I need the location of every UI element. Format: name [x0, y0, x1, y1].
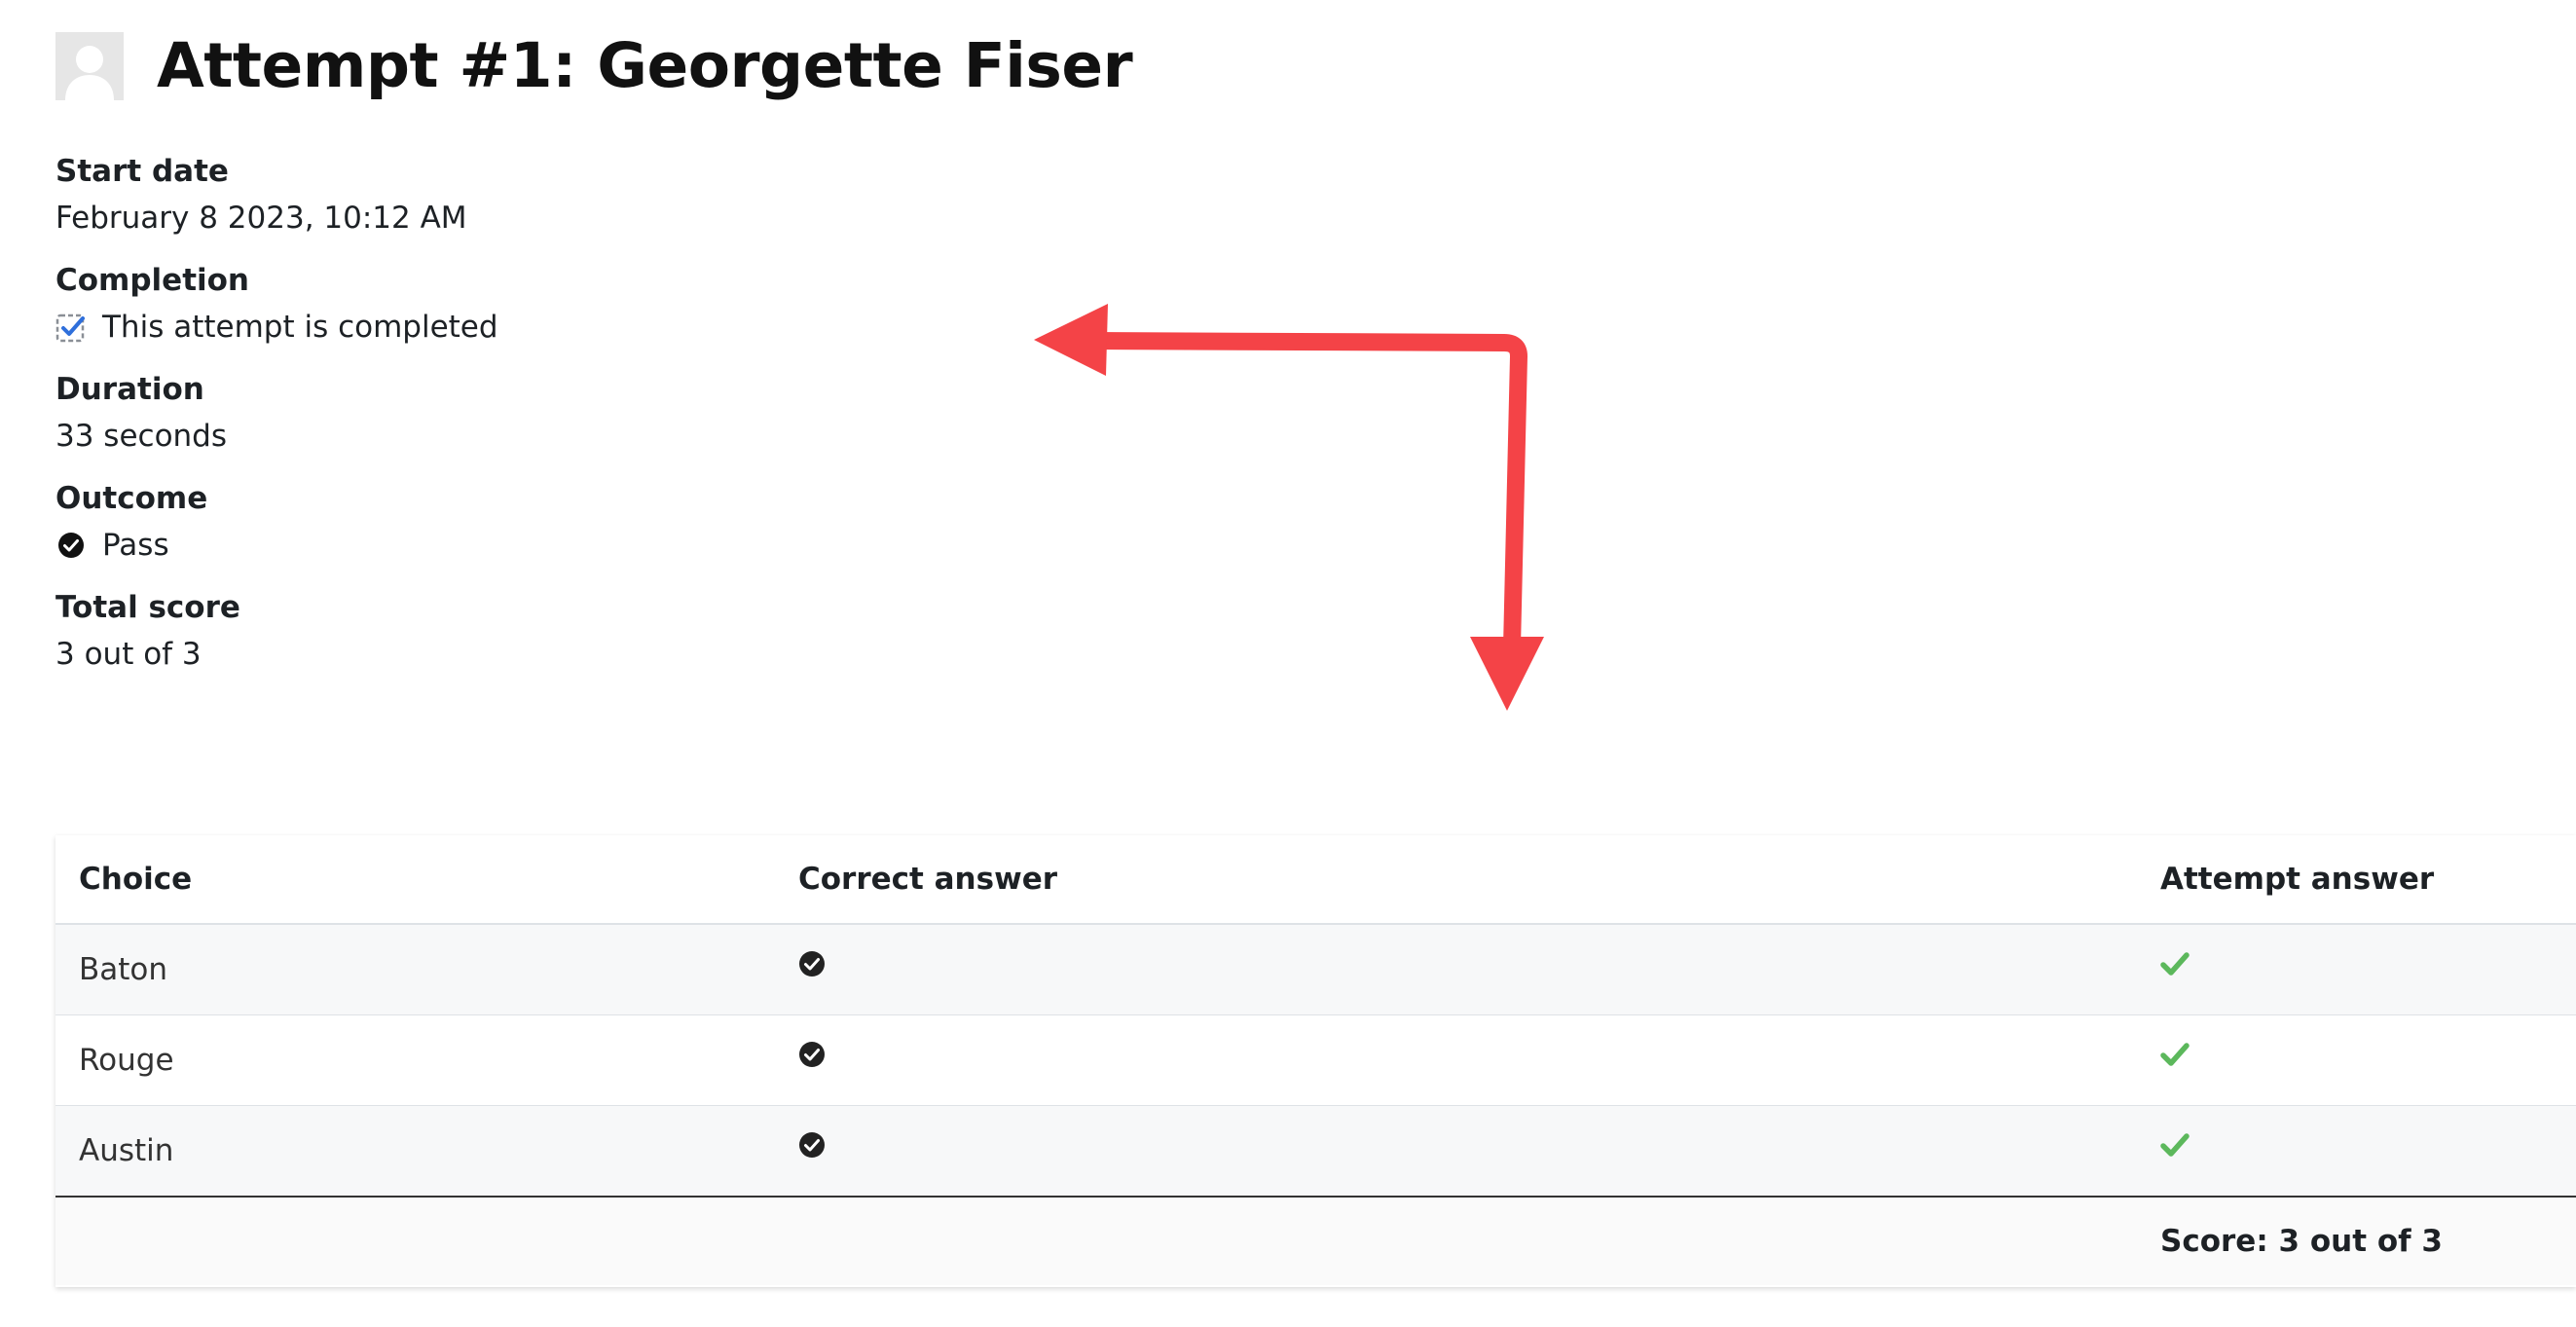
user-avatar-placeholder-icon: [55, 32, 124, 100]
choice-cell: Baton: [55, 924, 775, 1015]
outcome-value: Pass: [55, 522, 932, 569]
start-date-detail: Start date February 8 2023, 10:12 AM: [55, 148, 932, 257]
start-date-value: February 8 2023, 10:12 AM: [55, 195, 932, 241]
start-date-label: Start date: [55, 154, 229, 189]
outcome-label: Outcome: [55, 481, 208, 516]
completion-text: This attempt is completed: [102, 310, 498, 345]
annotation-arrow-connector: [1086, 332, 1527, 656]
outcome-detail: Outcome Pass: [55, 475, 932, 584]
completion-value: This attempt is completed: [55, 304, 932, 350]
circle-check-icon: [798, 950, 826, 977]
table-row: Austin: [55, 1105, 2576, 1198]
total-score-detail: Total score 3 out of 3: [55, 584, 932, 693]
choice-cell: Rouge: [55, 1014, 775, 1106]
attempt-answer-cell: [2137, 1105, 2576, 1198]
outcome-text: Pass: [102, 528, 169, 563]
table-footer-row: Score: 3 out of 3: [55, 1197, 2576, 1285]
start-date-text: February 8 2023, 10:12 AM: [55, 201, 467, 236]
table-row: Rouge: [55, 1014, 2576, 1106]
duration-label: Duration: [55, 372, 204, 407]
correct-answer-cell: [775, 1014, 2137, 1106]
green-check-icon: [2160, 1132, 2190, 1158]
green-check-icon: [2160, 951, 2190, 977]
duration-text: 33 seconds: [55, 419, 228, 454]
correct-answer-cell: [775, 924, 2137, 1015]
duration-value: 33 seconds: [55, 413, 932, 460]
annotation-arrow-down-head: [1470, 637, 1544, 711]
total-score-text: 3 out of 3: [55, 637, 202, 672]
total-score-value: 3 out of 3: [55, 631, 932, 678]
table-row: Baton: [55, 924, 2576, 1015]
page-title: Attempt #1: Georgette Fiser: [157, 30, 1133, 101]
table-header-row: Choice Correct answer Attempt answer: [55, 835, 2576, 925]
choice-cell: Austin: [55, 1105, 775, 1198]
attempt-answer-cell: [2137, 924, 2576, 1015]
pass-circle-check-icon: [55, 530, 87, 561]
column-header-choice: Choice: [55, 835, 775, 925]
circle-check-icon: [798, 1131, 826, 1159]
completion-checkbox-icon: [55, 312, 87, 343]
answers-table-container: Choice Correct answer Attempt answer Bat…: [55, 835, 2576, 1287]
score-summary: Score: 3 out of 3: [2137, 1197, 2576, 1285]
page-header: Attempt #1: Georgette Fiser: [55, 27, 1133, 105]
footer-empty-cell: [775, 1197, 2137, 1285]
attempt-details: Start date February 8 2023, 10:12 AM Com…: [55, 148, 932, 693]
footer-empty-cell: [55, 1197, 775, 1285]
duration-detail: Duration 33 seconds: [55, 366, 932, 475]
green-check-icon: [2160, 1042, 2190, 1067]
circle-check-icon: [798, 1041, 826, 1068]
completion-label: Completion: [55, 263, 250, 298]
correct-answer-cell: [775, 1105, 2137, 1198]
completion-detail: Completion This attempt is completed: [55, 257, 932, 366]
attempt-answer-cell: [2137, 1014, 2576, 1106]
answers-table: Choice Correct answer Attempt answer Bat…: [55, 835, 2576, 1285]
column-header-correct-answer: Correct answer: [775, 835, 2137, 925]
total-score-label: Total score: [55, 590, 240, 625]
annotation-arrow-left-head: [1034, 304, 1108, 376]
column-header-attempt-answer: Attempt answer: [2137, 835, 2576, 925]
